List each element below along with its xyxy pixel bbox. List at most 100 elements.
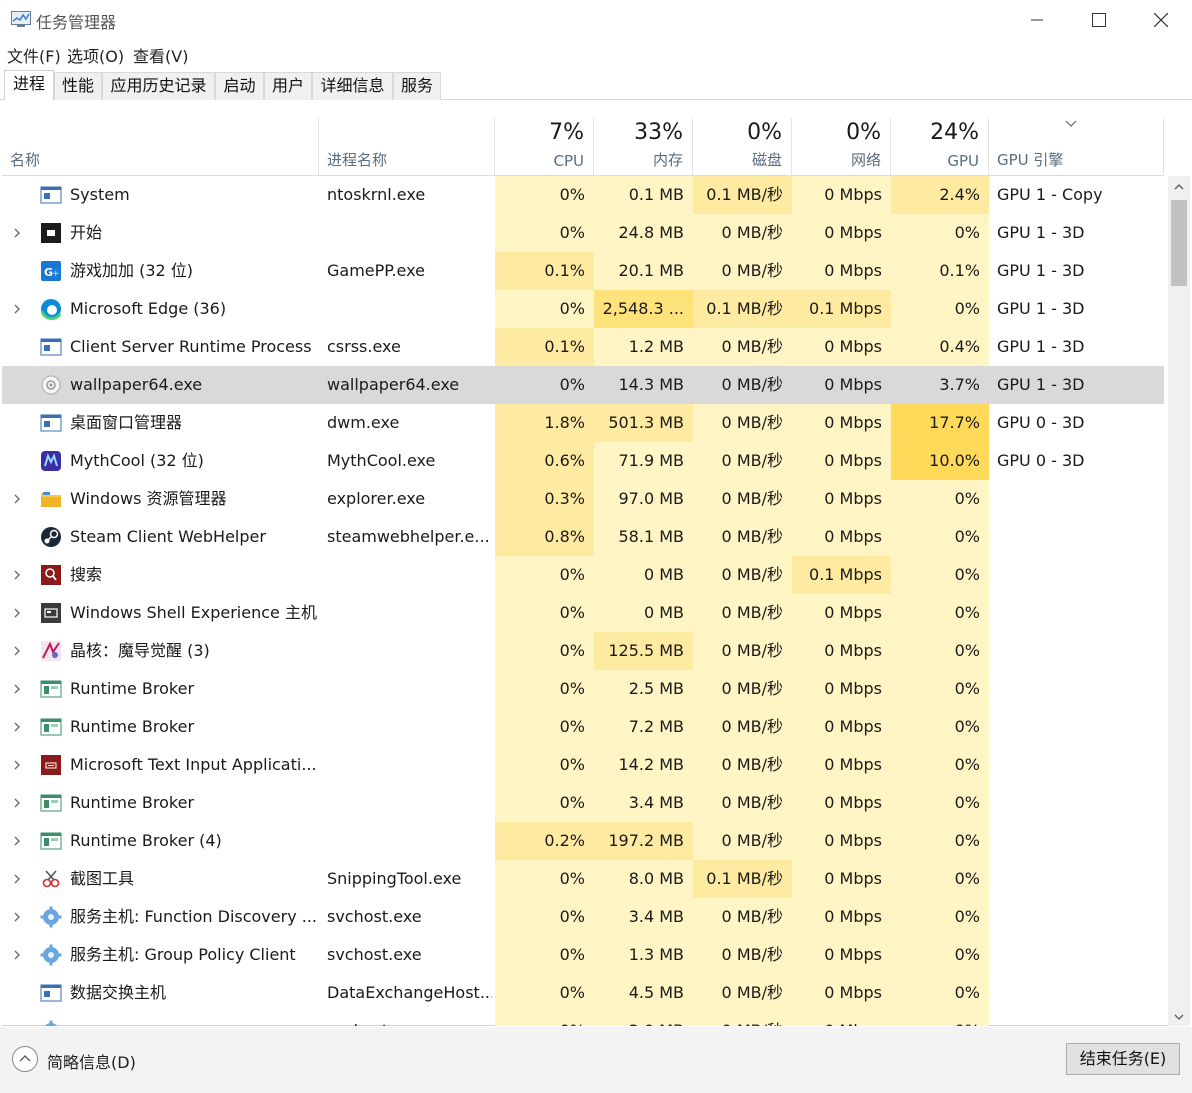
expand-chevron-icon[interactable]	[12, 759, 22, 771]
fewer-details-link[interactable]: 简略信息(D)	[47, 1049, 136, 1073]
tab-processes[interactable]: 进程	[4, 70, 54, 100]
end-task-button[interactable]: 结束任务(E)	[1066, 1043, 1180, 1075]
network-cell: 0 Mbps	[792, 328, 891, 366]
header-cpu[interactable]: 7% CPU	[495, 118, 594, 176]
table-row[interactable]: System ntoskrnl.exe 0% 0.1 MB 0.1 MB/秒 0 Mbps…	[2, 176, 1164, 214]
tab-services[interactable]: 服务	[393, 72, 441, 100]
table-row[interactable]: Steam Client WebHelper steamwebhelper.e..…	[2, 518, 1164, 556]
tab-startup[interactable]: 启动	[215, 72, 264, 100]
expand-chevron-icon[interactable]	[12, 721, 22, 733]
close-button[interactable]	[1130, 0, 1192, 40]
gpu-engine-cell	[997, 518, 1162, 556]
table-row[interactable]: 服务主机: Function Discovery ... svchost.exe 0…	[2, 898, 1164, 936]
expand-chevron-icon[interactable]	[12, 607, 22, 619]
vertical-scrollbar[interactable]	[1168, 176, 1190, 1026]
expand-chevron-icon[interactable]	[12, 303, 22, 315]
menu-file[interactable]: 文件(F)	[7, 43, 61, 67]
tab-performance[interactable]: 性能	[54, 72, 102, 100]
tab-app-history[interactable]: 应用历史记录	[102, 72, 215, 100]
process-exe-cell: dwm.exe	[327, 413, 400, 432]
expand-chevron-icon[interactable]	[12, 911, 22, 923]
table-row[interactable]: 桌面窗口管理器 dwm.exe 1.8% 501.3 MB 0 MB/秒 0 Mbps 17…	[2, 404, 1164, 442]
menu-view[interactable]: 查看(V)	[133, 43, 188, 67]
gear-icon	[40, 906, 62, 928]
scroll-up-icon[interactable]	[1173, 182, 1185, 192]
scrollbar-thumb[interactable]	[1171, 200, 1187, 286]
table-row[interactable]: Windows 资源管理器 explorer.exe 0.3% 97.0 MB 0 MB…	[2, 480, 1164, 518]
header-name[interactable]: 名称	[2, 118, 319, 176]
gpu-cell: 0%	[891, 860, 989, 898]
process-exe-cell: csrss.exe	[327, 337, 401, 356]
network-cell: 0 Mbps	[824, 375, 882, 394]
process-name-cell: Steam Client WebHelper	[70, 527, 266, 546]
table-row[interactable]: MythCool (32 位) MythCool.exe 0.6% 71.9 MB 0 …	[2, 442, 1164, 480]
table-row[interactable]: Microsoft Edge (36) 0% 2,548.3 ... 0.1 MB/秒…	[2, 290, 1164, 328]
expand-chevron-icon[interactable]	[12, 227, 22, 239]
expand-chevron-icon[interactable]	[12, 1025, 22, 1026]
table-row[interactable]: Runtime Broker 0% 7.2 MB 0 MB/秒 0 Mbps 0%	[2, 708, 1164, 746]
header-network[interactable]: 0% 网络	[792, 118, 891, 176]
table-row[interactable]: Client Server Runtime Process csrss.exe 0.…	[2, 328, 1164, 366]
table-row[interactable]: Runtime Broker 0% 2.5 MB 0 MB/秒 0 Mbps 0%	[2, 670, 1164, 708]
gear-icon	[40, 944, 62, 966]
header-process-name[interactable]: 进程名称	[319, 118, 495, 176]
gpu-engine-cell: GPU 1 - 3D	[997, 375, 1085, 394]
table-row[interactable]: 搜索 0% 0 MB 0 MB/秒 0.1 Mbps 0%	[2, 556, 1164, 594]
disk-cell: 0 MB/秒	[693, 214, 792, 252]
expand-chevron-icon[interactable]	[12, 683, 22, 695]
table-row[interactable]: wallpaper64.exe wallpaper64.exe 0% 14.3 MB 0…	[2, 366, 1164, 404]
network-cell: 0.1 Mbps	[792, 290, 891, 328]
table-row[interactable]: G + 游戏加加 (32 位) GamePP.exe 0.1% 20.1 MB 0 MB/秒…	[2, 252, 1164, 290]
gpu-cell: 0%	[891, 784, 989, 822]
expand-chevron-icon[interactable]	[12, 797, 22, 809]
scroll-down-icon[interactable]	[1173, 1012, 1185, 1022]
process-name-cell: Windows Shell Experience 主机	[70, 603, 317, 622]
expand-chevron-icon[interactable]	[12, 569, 22, 581]
mythcool-icon	[41, 451, 61, 471]
process-exe-cell	[327, 670, 492, 708]
table-row[interactable]: Microsoft Text Input Applicati... 0% 14.2 …	[2, 746, 1164, 784]
table-row[interactable]: svchost.exe0%3.0 MB0 MB/秒0 Mbps0%	[2, 1012, 1164, 1026]
expand-chevron-icon[interactable]	[12, 493, 22, 505]
memory-cell: 14.3 MB	[618, 375, 685, 394]
header-gpu[interactable]: 24% GPU	[891, 118, 989, 176]
table-row[interactable]: 服务主机: Group Policy Client svchost.exe 0% 1.…	[2, 936, 1164, 974]
expand-chevron-icon[interactable]	[12, 949, 22, 961]
disk-cell: 0 MB/秒	[693, 594, 792, 632]
tab-details[interactable]: 详细信息	[312, 72, 393, 100]
cpu-cell: 0%	[495, 556, 594, 594]
table-row[interactable]: 开始 0% 24.8 MB 0 MB/秒 0 Mbps 0% GPU 1 - 3D	[2, 214, 1164, 252]
table-row[interactable]: 截图工具 SnippingTool.exe 0% 8.0 MB 0.1 MB/秒 0 Mb…	[2, 860, 1164, 898]
table-row[interactable]: 数据交换主机 DataExchangeHost... 0% 4.5 MB 0 MB/秒 0…	[2, 974, 1164, 1012]
memory-cell: 197.2 MB	[594, 822, 693, 860]
fewer-details-icon[interactable]	[12, 1046, 38, 1072]
network-cell: 0 Mbps	[792, 480, 891, 518]
expand-chevron-icon[interactable]	[12, 835, 22, 847]
memory-cell: 0.1 MB	[594, 176, 693, 214]
table-row[interactable]: Runtime Broker (4) 0.2% 197.2 MB 0 MB/秒 0 Mb…	[2, 822, 1164, 860]
cpu-cell: 1.8%	[495, 404, 594, 442]
table-row[interactable]: Runtime Broker 0% 3.4 MB 0 MB/秒 0 Mbps 0%	[2, 784, 1164, 822]
menu-options[interactable]: 选项(O)	[67, 43, 124, 67]
minimize-button[interactable]	[1006, 0, 1068, 40]
cpu-cell: 0%	[495, 898, 594, 936]
table-row[interactable]: Windows Shell Experience 主机 0% 0 MB 0 MB/秒 0…	[2, 594, 1164, 632]
process-name-cell: Runtime Broker	[70, 679, 195, 698]
gpu-engine-cell	[997, 670, 1162, 708]
process-name-cell: 服务主机: Function Discovery ...	[70, 907, 318, 926]
broker-icon	[40, 832, 62, 850]
process-name-cell: 搜索	[70, 565, 103, 584]
title-bar: 任务管理器	[0, 0, 1192, 40]
expand-chevron-icon[interactable]	[12, 645, 22, 657]
network-cell: 0 Mbps	[792, 784, 891, 822]
gpu-engine-cell	[997, 556, 1162, 594]
expand-chevron-icon[interactable]	[12, 873, 22, 885]
table-row[interactable]: 晶核：魔导觉醒 (3) 0% 125.5 MB 0 MB/秒 0 Mbps 0%	[2, 632, 1164, 670]
memory-cell: 2,548.3 ...	[594, 290, 693, 328]
maximize-button[interactable]	[1068, 0, 1130, 40]
process-rows: System ntoskrnl.exe 0% 0.1 MB 0.1 MB/秒 0 Mbps…	[2, 176, 1164, 1026]
tab-users[interactable]: 用户	[264, 72, 312, 100]
gpu-engine-cell	[997, 784, 1162, 822]
header-memory[interactable]: 33% 内存	[594, 118, 693, 176]
header-disk[interactable]: 0% 磁盘	[693, 118, 792, 176]
